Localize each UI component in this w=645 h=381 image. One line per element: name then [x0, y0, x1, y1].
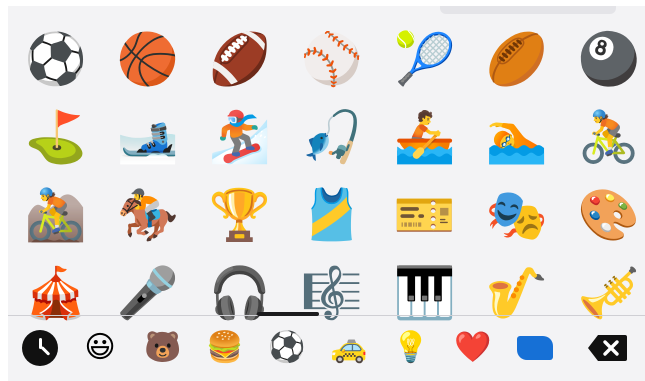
emoji-glyph: 🎭 [485, 186, 549, 244]
emoji-pool-8-ball[interactable]: 🎱 [571, 24, 645, 94]
emoji-glyph: ⚽ [24, 30, 88, 88]
emoji-basketball[interactable]: 🏀 [110, 24, 186, 94]
emoji-glyph: 🎣 [300, 108, 364, 166]
category-objects-button[interactable]: 💡 [389, 326, 433, 370]
category-food-button[interactable]: 🍔 [203, 326, 247, 370]
emoji-rugby-football[interactable]: 🏉 [479, 24, 555, 94]
category-smileys-button[interactable]: 😃 [78, 326, 122, 370]
emoji-fishing-pole[interactable]: 🎣 [294, 102, 370, 172]
emoji-glyph: 🎿 [116, 108, 180, 166]
heart-icon: ❤️ [454, 330, 492, 365]
category-divider [8, 315, 645, 316]
emoji-american-football[interactable]: 🏈 [202, 24, 278, 94]
emoji-glyph: ⚾ [300, 30, 364, 88]
light-bulb-icon: 💡 [392, 330, 430, 365]
backspace-icon [588, 334, 628, 362]
emoji-horse-racing[interactable]: 🏇 [110, 180, 186, 250]
emoji-glyph: 🎾 [393, 30, 457, 88]
emoji-mountain-bicyclist[interactable]: 🚵 [18, 180, 94, 250]
bear-icon: 🐻 [144, 330, 182, 365]
emoji-glyph: 🎤 [116, 264, 180, 322]
category-animals-button[interactable]: 🐻 [141, 326, 185, 370]
smiley-icon: 😃 [84, 330, 116, 365]
emoji-glyph: 🚴 [577, 108, 641, 166]
emoji-artist-palette[interactable]: 🎨 [571, 180, 645, 250]
emoji-glyph: 🎧 [208, 264, 272, 322]
emoji-glyph: 🎱 [577, 30, 641, 88]
emoji-glyph: 🎽 [300, 186, 364, 244]
soccer-ball-icon: ⚽ [268, 330, 306, 365]
category-travel-button[interactable]: 🚕 [327, 326, 371, 370]
emoji-running-shirt[interactable]: 🎽 [294, 180, 370, 250]
burger-icon: 🍔 [206, 330, 244, 365]
emoji-performing-arts[interactable]: 🎭 [479, 180, 555, 250]
emoji-grid: ⚽ 🏀 🏈 ⚾ 🎾 🏉 🎱 ⛳ 🎿 🏂 🎣 🚣 🏊 🚴 🚵 🏇 🏆 🎽 🎫 🎭 … [8, 24, 645, 318]
category-symbols-button[interactable]: ❤️ [451, 326, 495, 370]
emoji-glyph: 🏊 [485, 108, 549, 166]
emoji-skis[interactable]: 🎿 [110, 102, 186, 172]
clock-icon [22, 330, 58, 366]
emoji-rowboat[interactable]: 🚣 [387, 102, 463, 172]
emoji-glyph: 🏉 [485, 30, 549, 88]
emoji-tennis[interactable]: 🎾 [387, 24, 463, 94]
delete-button[interactable] [586, 326, 630, 370]
emoji-trophy[interactable]: 🏆 [202, 180, 278, 250]
emoji-glyph: 🎺 [577, 264, 641, 322]
emoji-glyph: 🏆 [208, 186, 272, 244]
emoji-glyph: ⛳ [24, 108, 88, 166]
emoji-glyph: 🏈 [208, 30, 272, 88]
emoji-glyph: 🏇 [116, 186, 180, 244]
emoji-snowboarder[interactable]: 🏂 [202, 102, 278, 172]
taxi-icon: 🚕 [330, 330, 368, 365]
emoji-glyph: 🎫 [393, 186, 457, 244]
emoji-glyph: 🎷 [485, 264, 549, 322]
category-flags-button[interactable] [513, 326, 557, 370]
emoji-soccer-ball[interactable]: ⚽ [18, 24, 94, 94]
emoji-glyph: 🎨 [577, 186, 641, 244]
emoji-ticket[interactable]: 🎫 [387, 180, 463, 250]
emoji-flag-in-hole[interactable]: ⛳ [18, 102, 94, 172]
emoji-glyph: 🏂 [208, 108, 272, 166]
emoji-glyph: 🚣 [393, 108, 457, 166]
emoji-swimmer[interactable]: 🏊 [479, 102, 555, 172]
emoji-keyboard: ⚽ 🏀 🏈 ⚾ 🎾 🏉 🎱 ⛳ 🎿 🏂 🎣 🚣 🏊 🚴 🚵 🏇 🏆 🎽 🎫 🎭 … [8, 6, 645, 381]
emoji-bicyclist[interactable]: 🚴 [571, 102, 645, 172]
category-activity-button[interactable]: ⚽ [265, 326, 309, 370]
search-bar-edge [440, 6, 616, 14]
emoji-glyph: 🚵 [24, 186, 88, 244]
page-indicator [257, 312, 319, 316]
flag-icon [517, 336, 553, 360]
emoji-baseball[interactable]: ⚾ [294, 24, 370, 94]
emoji-glyph: 🏀 [116, 30, 180, 88]
emoji-glyph: 🎪 [24, 264, 88, 322]
emoji-glyph: 🎹 [393, 264, 457, 322]
category-bar: 😃 🐻 🍔 ⚽ 🚕 💡 ❤️ [8, 318, 645, 381]
emoji-glyph: 🎼 [300, 264, 364, 322]
category-recent-button[interactable] [18, 326, 62, 370]
